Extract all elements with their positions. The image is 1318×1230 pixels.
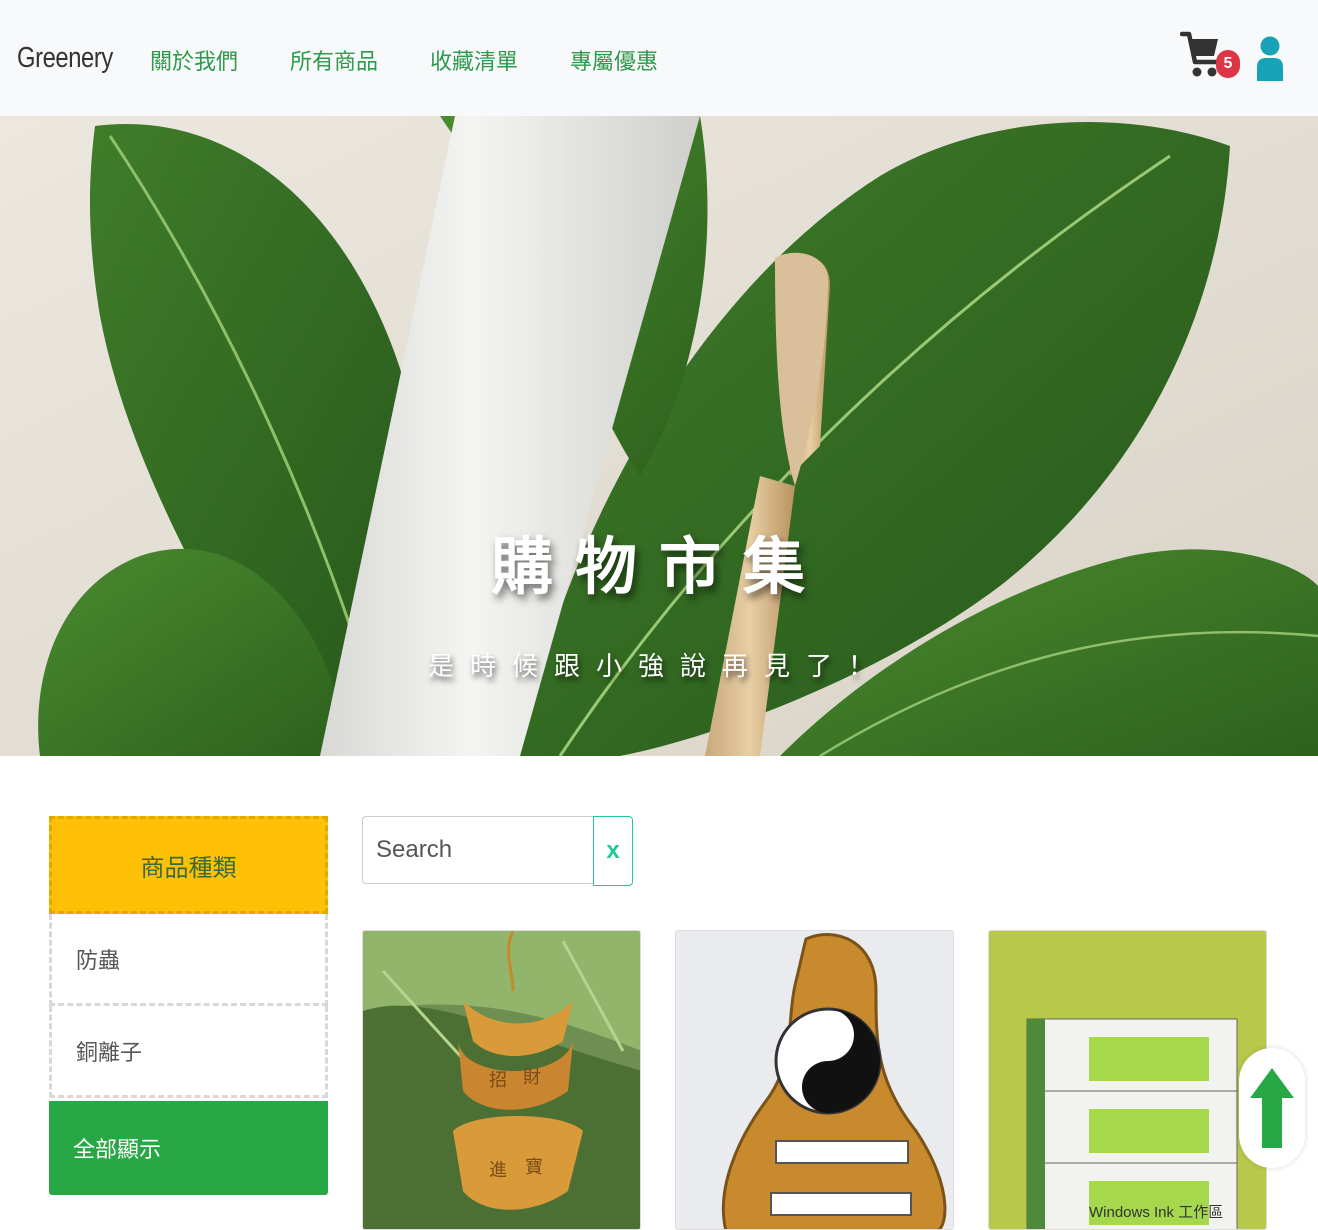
nav-link-about[interactable]: 關於我們 xyxy=(150,44,238,76)
product-image-text: 招 xyxy=(489,1070,507,1091)
nav-link-all-products[interactable]: 所有商品 xyxy=(290,44,378,76)
product-image: Windows Ink 工作區 xyxy=(989,931,1266,1229)
arrow-up-icon xyxy=(1250,1068,1294,1148)
product-card[interactable]: 招 財 進 寶 xyxy=(362,930,641,1230)
scroll-to-top-button[interactable] xyxy=(1239,1048,1305,1168)
cart-button[interactable]: 5 xyxy=(1179,28,1240,84)
search-input[interactable] xyxy=(362,816,594,884)
search-clear-button[interactable]: x xyxy=(593,816,633,886)
product-image xyxy=(676,931,953,1229)
category-item-show-all[interactable]: 全部顯示 xyxy=(49,1101,328,1195)
nav-link-favorites[interactable]: 收藏清單 xyxy=(430,44,518,76)
product-card[interactable]: Windows Ink 工作區 xyxy=(988,930,1267,1230)
nav-links: 關於我們 所有商品 收藏清單 專屬優惠 xyxy=(150,44,658,76)
hero-title: 購物市集 xyxy=(490,530,827,603)
product-card[interactable] xyxy=(675,930,954,1230)
cart-icon xyxy=(1179,31,1219,77)
hero-banner: 購物市集 是時候跟小強說再見了！ xyxy=(0,116,1318,756)
category-item-insect-repellent[interactable]: 防蟲 xyxy=(49,914,328,1006)
category-header: 商品種類 xyxy=(49,816,328,914)
navbar: Greenery 關於我們 所有商品 收藏清單 專屬優惠 5 xyxy=(0,0,1318,116)
product-image: 招 財 進 寶 xyxy=(363,931,640,1229)
user-button[interactable] xyxy=(1256,36,1284,82)
cart-count-badge: 5 xyxy=(1216,50,1240,78)
hero-subtitle: 是時候跟小強說再見了！ xyxy=(427,652,890,682)
product-image-text: 財 xyxy=(523,1067,541,1088)
brand-logo[interactable]: Greenery xyxy=(17,42,113,75)
product-image-text: 寶 xyxy=(525,1157,543,1178)
category-item-copper-ion[interactable]: 銅離子 xyxy=(49,1006,328,1098)
product-image-text: Windows Ink 工作區 xyxy=(1089,1204,1223,1221)
user-icon xyxy=(1257,36,1283,81)
nav-link-deals[interactable]: 專屬優惠 xyxy=(570,44,658,76)
product-image-text: 進 xyxy=(489,1160,507,1181)
